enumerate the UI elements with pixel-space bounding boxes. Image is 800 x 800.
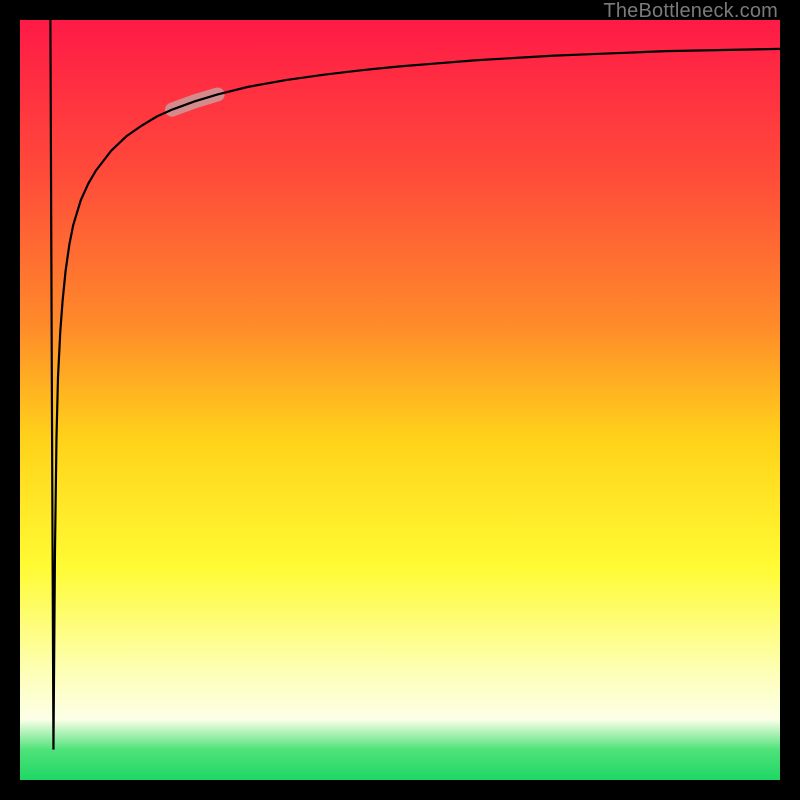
chart-svg: [20, 20, 780, 780]
chart-frame: [20, 20, 780, 780]
chart-background: [20, 20, 780, 780]
